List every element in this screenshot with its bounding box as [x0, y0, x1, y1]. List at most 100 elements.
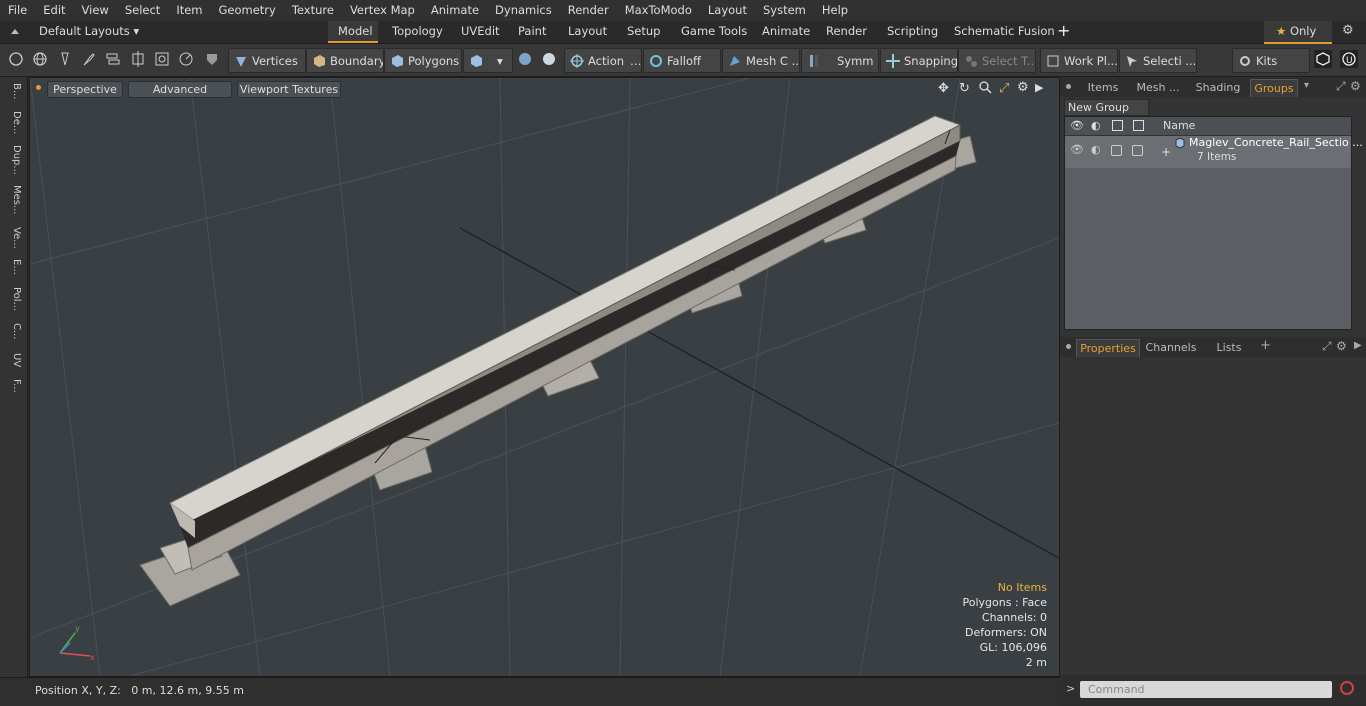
menu-system[interactable]: System	[755, 0, 814, 21]
menu-select[interactable]: Select	[117, 0, 168, 21]
tab-mesh[interactable]: Mesh ...	[1130, 79, 1186, 96]
left-tab-curve[interactable]: C...	[4, 323, 22, 340]
tab-uvedit[interactable]: UVEdit	[451, 21, 510, 43]
material-icon[interactable]	[540, 50, 558, 68]
rotate-icon[interactable]	[177, 50, 195, 68]
maximize-icon[interactable]: ⤢	[999, 81, 1009, 96]
select-column-icon[interactable]	[1133, 120, 1144, 131]
viewport-textures-button[interactable]: Viewport Textures	[237, 81, 341, 98]
selection-sets-button[interactable]: Selecti ...	[1119, 48, 1197, 73]
perspective-button[interactable]: Perspective	[47, 81, 123, 98]
globe-icon[interactable]	[31, 50, 49, 68]
tab-items[interactable]: Items	[1080, 79, 1126, 96]
snap-box-icon[interactable]	[153, 50, 171, 68]
menu-item[interactable]: Item	[168, 0, 210, 21]
item-mode-dropdown[interactable]: ▾	[463, 48, 513, 73]
left-tab-basic[interactable]: B...	[4, 83, 22, 99]
tab-lists[interactable]: Lists	[1206, 339, 1252, 356]
props-expand-icon[interactable]: ⤢	[1322, 339, 1332, 354]
tab-paint[interactable]: Paint	[508, 21, 556, 43]
row-render-icon[interactable]: ◐	[1091, 143, 1101, 156]
unreal-icon[interactable]: U	[1340, 50, 1358, 68]
add-tab-icon[interactable]: +	[1057, 22, 1070, 40]
menu-texture[interactable]: Texture	[284, 0, 342, 21]
left-tab-edge[interactable]: E...	[4, 259, 22, 275]
layout-dropdown[interactable]: Default Layouts ▾	[39, 21, 139, 42]
left-tab-uv[interactable]: UV	[4, 353, 22, 367]
tab-model[interactable]: Model	[328, 21, 378, 43]
tab-groups[interactable]: Groups	[1250, 79, 1298, 97]
zoom-icon[interactable]	[979, 81, 992, 97]
polygons-button[interactable]: Polygons	[384, 48, 462, 73]
brush-icon[interactable]	[80, 50, 98, 68]
falloff-button[interactable]: Falloff	[643, 48, 721, 73]
tab-topology[interactable]: Topology	[382, 21, 453, 43]
panel-gear-icon[interactable]: ⚙	[1350, 79, 1361, 93]
kits-button[interactable]: Kits	[1232, 48, 1310, 73]
action-button[interactable]: Action …	[564, 48, 642, 73]
orbit-icon[interactable]: ↻	[959, 81, 970, 96]
align-icon[interactable]	[104, 50, 122, 68]
tabs-dropdown-icon[interactable]: ▾	[1304, 80, 1309, 91]
visibility-column-icon[interactable]: 👁	[1070, 119, 1084, 132]
render-column-icon[interactable]: ◐	[1091, 119, 1101, 132]
props-arrow-icon[interactable]: ▶	[1354, 340, 1362, 351]
tab-layout[interactable]: Layout	[558, 21, 617, 43]
tab-scripting[interactable]: Scripting	[877, 21, 948, 43]
vertices-button[interactable]: Vertices	[228, 48, 306, 73]
tab-setup[interactable]: Setup	[617, 21, 670, 43]
circle-select-icon[interactable]	[7, 50, 25, 68]
record-icon[interactable]	[1340, 681, 1354, 695]
left-tab-mesh-edit[interactable]: Mes...	[4, 185, 22, 215]
left-tab-duplicate[interactable]: Dup...	[4, 145, 22, 175]
menu-maxtomodo[interactable]: MaxToModo	[617, 0, 700, 21]
tab-render[interactable]: Render	[816, 21, 877, 43]
menu-file[interactable]: File	[0, 0, 35, 21]
command-input[interactable]: Command	[1080, 681, 1332, 698]
menu-geometry[interactable]: Geometry	[211, 0, 284, 21]
tab-animate[interactable]: Animate	[752, 21, 820, 43]
row-visibility-icon[interactable]: 👁	[1070, 143, 1084, 156]
expand-plus-icon[interactable]: +	[1161, 145, 1171, 159]
tab-game-tools[interactable]: Game Tools	[671, 21, 757, 43]
pen-icon[interactable]	[56, 50, 74, 68]
group-row[interactable]: 👁 ◐ + Maglev_Concrete_Rail_Sectio ... 7 …	[1065, 136, 1363, 168]
add-tab-plus-icon[interactable]: +	[1260, 338, 1271, 353]
tab-channels[interactable]: Channels	[1142, 339, 1200, 356]
tab-shading[interactable]: Shading	[1190, 79, 1246, 96]
collapse-icon[interactable]	[9, 25, 21, 37]
props-gear-icon[interactable]: ⚙	[1336, 339, 1347, 353]
expand-right-icon[interactable]: ▶	[1035, 81, 1043, 94]
menu-layout[interactable]: Layout	[700, 0, 755, 21]
lock-column-icon[interactable]	[1112, 120, 1123, 131]
left-tab-vertex[interactable]: Ve...	[4, 227, 22, 249]
tab-properties[interactable]: Properties	[1076, 339, 1140, 357]
menu-vertex-map[interactable]: Vertex Map	[342, 0, 423, 21]
advanced-shading-button[interactable]: Advanced	[128, 81, 232, 98]
new-group-button[interactable]: New Group	[1064, 99, 1149, 116]
menu-animate[interactable]: Animate	[423, 0, 487, 21]
viewport-menu-dot-icon[interactable]	[36, 85, 41, 90]
gear-icon[interactable]: ⚙	[1342, 23, 1354, 38]
props-menu-dot-icon[interactable]	[1066, 344, 1071, 349]
snapping-button[interactable]: Snapping	[880, 48, 958, 73]
panel-expand-icon[interactable]: ⤢	[1336, 79, 1346, 94]
work-plane-button[interactable]: Work Pl...	[1040, 48, 1118, 73]
only-toggle[interactable]: ★ Only	[1264, 21, 1332, 44]
boundary-button[interactable]: Boundary	[306, 48, 384, 73]
panel-menu-dot-icon[interactable]	[1066, 84, 1071, 89]
menu-view[interactable]: View	[74, 0, 117, 21]
menu-edit[interactable]: Edit	[35, 0, 73, 21]
row-select-checkbox[interactable]	[1132, 145, 1143, 156]
left-tab-fusion[interactable]: F...	[4, 379, 22, 393]
row-lock-checkbox[interactable]	[1111, 145, 1122, 156]
symmetry-obj-icon[interactable]	[516, 50, 534, 68]
menu-dynamics[interactable]: Dynamics	[487, 0, 560, 21]
mesh-constraint-button[interactable]: Mesh C ...	[722, 48, 800, 73]
unity-icon[interactable]	[1314, 50, 1332, 68]
left-tab-polygon[interactable]: Pol...	[4, 287, 22, 311]
menu-render[interactable]: Render	[560, 0, 617, 21]
shield-icon[interactable]	[203, 50, 221, 68]
select-through-button[interactable]: Select T...	[958, 48, 1036, 73]
3d-viewport[interactable]: y x Perspective Advanced Viewport Textur…	[29, 77, 1060, 677]
